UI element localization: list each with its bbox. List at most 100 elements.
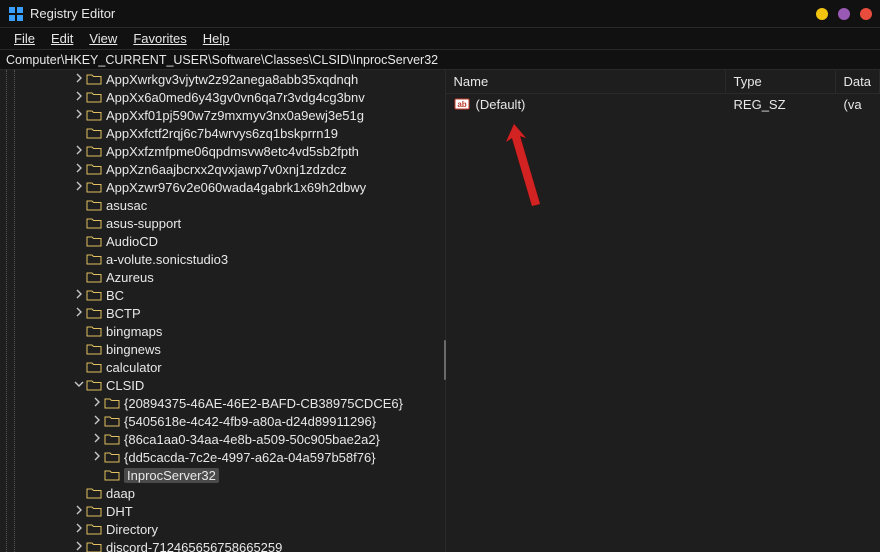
tree-item[interactable]: •InprocServer32 bbox=[22, 466, 445, 484]
expand-icon[interactable] bbox=[90, 414, 104, 428]
folder-icon bbox=[86, 540, 102, 552]
folder-icon bbox=[86, 252, 102, 266]
tree-item[interactable]: {20894375-46AE-46E2-BAFD-CB38975CDCE6} bbox=[22, 394, 445, 412]
tree-item-label: bingnews bbox=[106, 342, 161, 357]
expand-icon[interactable] bbox=[90, 450, 104, 464]
tree-item-label: AppXxfctf2rqj6c7b4wrvys6zq1bskprrn19 bbox=[106, 126, 338, 141]
tree-item-label: AppXx6a0med6y43gv0vn6qa7r3vdg4cg3bnv bbox=[106, 90, 365, 105]
close-dot[interactable] bbox=[860, 8, 872, 20]
tree-item[interactable]: •asus-support bbox=[22, 214, 445, 232]
tree-pane[interactable]: AppXwrkgv3vjytw2z92anega8abb35xqdnqh AppX… bbox=[0, 70, 445, 552]
expand-icon[interactable] bbox=[72, 540, 86, 552]
tree-item-label: Directory bbox=[106, 522, 158, 537]
folder-icon bbox=[104, 414, 120, 428]
tree-item[interactable]: DHT bbox=[22, 502, 445, 520]
folder-icon bbox=[104, 468, 120, 482]
maximize-dot[interactable] bbox=[838, 8, 850, 20]
tree-item-label: AppXxfzmfpme06qpdmsvw8etc4vd5sb2fpth bbox=[106, 144, 359, 159]
tree-item[interactable]: discord-712465656758665259 bbox=[22, 538, 445, 552]
folder-icon bbox=[86, 216, 102, 230]
folder-icon bbox=[86, 504, 102, 518]
tree-item[interactable]: AppXxfzmfpme06qpdmsvw8etc4vd5sb2fpth bbox=[22, 142, 445, 160]
tree-item[interactable]: •bingnews bbox=[22, 340, 445, 358]
tree-item[interactable]: CLSID bbox=[22, 376, 445, 394]
tree-item[interactable]: AppXwrkgv3vjytw2z92anega8abb35xqdnqh bbox=[22, 70, 445, 88]
tree-item-label: bingmaps bbox=[106, 324, 162, 339]
tree-item[interactable]: Directory bbox=[22, 520, 445, 538]
tree-item[interactable]: •asusac bbox=[22, 196, 445, 214]
tree-item[interactable]: •calculator bbox=[22, 358, 445, 376]
folder-icon bbox=[86, 162, 102, 176]
menu-view[interactable]: View bbox=[81, 29, 125, 48]
tree-item[interactable]: BC bbox=[22, 286, 445, 304]
folder-icon bbox=[104, 450, 120, 464]
folder-icon bbox=[86, 342, 102, 356]
expand-icon[interactable] bbox=[72, 108, 86, 122]
window-title: Registry Editor bbox=[30, 6, 115, 21]
folder-icon bbox=[86, 360, 102, 374]
tree-item[interactable]: •AppXxfctf2rqj6c7b4wrvys6zq1bskprrn19 bbox=[22, 124, 445, 142]
folder-icon bbox=[86, 72, 102, 86]
tree-item[interactable]: •AudioCD bbox=[22, 232, 445, 250]
tree-item[interactable]: AppXx6a0med6y43gv0vn6qa7r3vdg4cg3bnv bbox=[22, 88, 445, 106]
folder-icon bbox=[86, 90, 102, 104]
tree-item[interactable]: AppXxf01pj590w7z9mxmyv3nx0a9ewj3e51g bbox=[22, 106, 445, 124]
tree-item[interactable]: •a-volute.sonicstudio3 bbox=[22, 250, 445, 268]
value-data: (va bbox=[836, 97, 880, 112]
tree-item-label: Azureus bbox=[106, 270, 154, 285]
minimize-dot[interactable] bbox=[816, 8, 828, 20]
expand-icon[interactable] bbox=[90, 396, 104, 410]
column-type[interactable]: Type bbox=[726, 70, 836, 93]
tree-item-label: BC bbox=[106, 288, 124, 303]
folder-icon bbox=[86, 180, 102, 194]
tree-item[interactable]: •Azureus bbox=[22, 268, 445, 286]
tree-item[interactable]: {86ca1aa0-34aa-4e8b-a509-50c905bae2a2} bbox=[22, 430, 445, 448]
tree-item-label: calculator bbox=[106, 360, 162, 375]
folder-icon bbox=[86, 306, 102, 320]
menu-favorites[interactable]: Favorites bbox=[125, 29, 194, 48]
value-row[interactable]: ab(Default)REG_SZ(va bbox=[446, 94, 880, 114]
column-name[interactable]: Name bbox=[446, 70, 726, 93]
expand-icon[interactable] bbox=[72, 522, 86, 536]
menu-help[interactable]: Help bbox=[195, 29, 238, 48]
tree-item-label: AppXzn6aajbcrxx2qvxjawp7v0xnj1zdzdcz bbox=[106, 162, 347, 177]
tree-item-label: InprocServer32 bbox=[124, 468, 219, 483]
tree-item[interactable]: •bingmaps bbox=[22, 322, 445, 340]
expand-icon[interactable] bbox=[72, 504, 86, 518]
column-headers[interactable]: Name Type Data bbox=[446, 70, 880, 94]
tree-item[interactable]: BCTP bbox=[22, 304, 445, 322]
tree-item-label: AppXzwr976v2e060wada4gabrk1x69h2dbwy bbox=[106, 180, 366, 195]
tree-item[interactable]: {5405618e-4c42-4fb9-a80a-d24d89911296} bbox=[22, 412, 445, 430]
value-type: REG_SZ bbox=[726, 97, 836, 112]
svg-text:ab: ab bbox=[457, 100, 466, 109]
tree-item-label: a-volute.sonicstudio3 bbox=[106, 252, 228, 267]
folder-icon bbox=[86, 108, 102, 122]
tree-item-label: CLSID bbox=[106, 378, 144, 393]
values-list[interactable]: ab(Default)REG_SZ(va bbox=[446, 94, 880, 552]
expand-icon[interactable] bbox=[72, 144, 86, 158]
tree-item[interactable]: •daap bbox=[22, 484, 445, 502]
tree-item[interactable]: AppXzwr976v2e060wada4gabrk1x69h2dbwy bbox=[22, 178, 445, 196]
expand-icon[interactable] bbox=[72, 288, 86, 302]
menu-edit[interactable]: Edit bbox=[43, 29, 81, 48]
tree-item-label: AppXxf01pj590w7z9mxmyv3nx0a9ewj3e51g bbox=[106, 108, 364, 123]
tree-item-label: AppXwrkgv3vjytw2z92anega8abb35xqdnqh bbox=[106, 72, 358, 87]
tree-item[interactable]: AppXzn6aajbcrxx2qvxjawp7v0xnj1zdzdcz bbox=[22, 160, 445, 178]
folder-icon bbox=[86, 324, 102, 338]
expand-icon[interactable] bbox=[72, 180, 86, 194]
collapse-icon[interactable] bbox=[72, 378, 86, 392]
column-data[interactable]: Data bbox=[836, 70, 880, 93]
folder-icon bbox=[86, 270, 102, 284]
expand-icon[interactable] bbox=[72, 162, 86, 176]
address-bar[interactable]: Computer\HKEY_CURRENT_USER\Software\Clas… bbox=[0, 50, 880, 70]
menu-file[interactable]: File bbox=[6, 29, 43, 48]
folder-icon bbox=[86, 198, 102, 212]
folder-icon bbox=[104, 432, 120, 446]
expand-icon[interactable] bbox=[72, 306, 86, 320]
expand-icon[interactable] bbox=[72, 90, 86, 104]
divider-handle[interactable] bbox=[444, 340, 446, 380]
expand-icon[interactable] bbox=[90, 432, 104, 446]
tree-item-label: {86ca1aa0-34aa-4e8b-a509-50c905bae2a2} bbox=[124, 432, 380, 447]
expand-icon[interactable] bbox=[72, 72, 86, 86]
tree-item[interactable]: {dd5cacda-7c2e-4997-a62a-04a597b58f76} bbox=[22, 448, 445, 466]
